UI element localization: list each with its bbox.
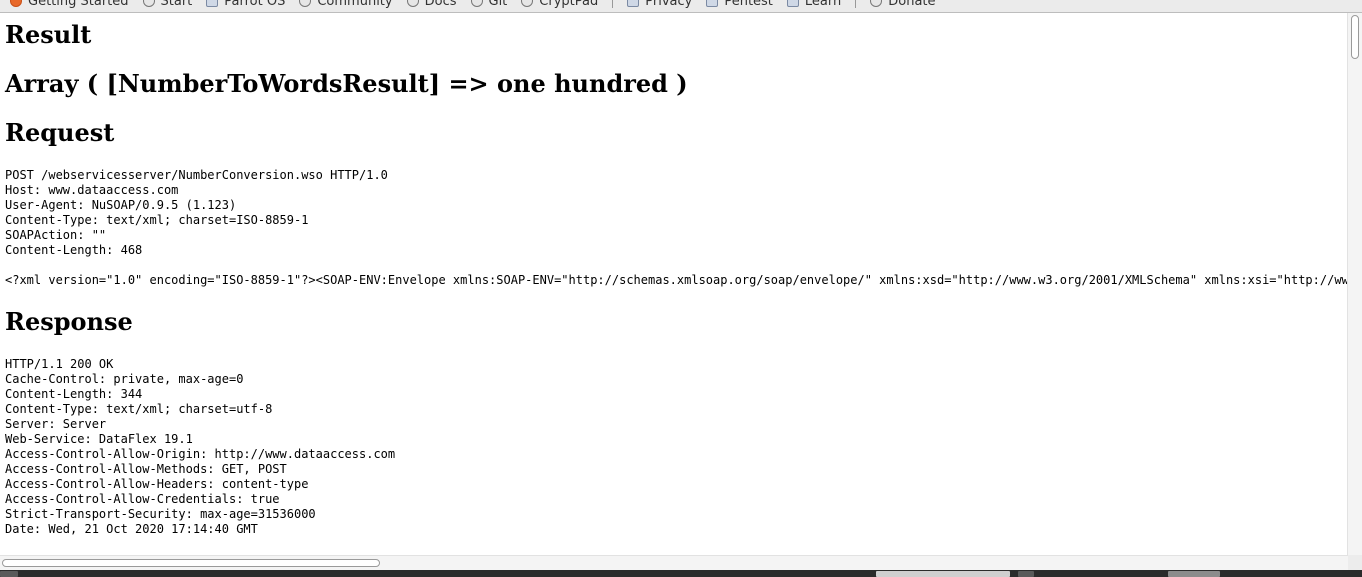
bookmark-item[interactable]: Community	[299, 0, 393, 9]
globe-icon	[142, 0, 155, 7]
taskbar-window-button[interactable]	[1018, 571, 1034, 577]
bookmark-label: Privacy	[645, 0, 693, 9]
taskbar-window-button[interactable]	[876, 571, 1010, 577]
bookmark-item[interactable]: Parrot OS	[206, 0, 285, 9]
bookmarks-row: Getting Started Start Parrot OS Community Do…	[10, 0, 950, 9]
request-heading: Request	[5, 118, 115, 147]
bookmark-item[interactable]: CryptPad	[521, 0, 598, 9]
bookmark-item[interactable]: Docs	[406, 0, 457, 9]
taskbar-start-button[interactable]	[0, 571, 18, 577]
bookmark-item[interactable]: Start	[142, 0, 193, 9]
bookmark-label: Getting Started	[28, 0, 129, 9]
folder-icon	[627, 0, 640, 7]
firefox-icon	[10, 0, 22, 7]
vertical-scroll-thumb[interactable]	[1351, 15, 1359, 59]
bookmark-label: Donate	[888, 0, 936, 9]
parrot-icon	[206, 0, 219, 7]
scrollbar-corner	[1348, 555, 1362, 570]
vertical-scrollbar[interactable]	[1347, 13, 1362, 555]
bookmark-label: CryptPad	[539, 0, 599, 9]
request-body: <?xml version="1.0" encoding="ISO-8859-1…	[5, 273, 1348, 287]
response-heading: Response	[5, 307, 133, 336]
request-headers: POST /webservicesserver/NumberConversion…	[5, 168, 388, 257]
result-heading: Result	[5, 20, 92, 49]
bookmark-item[interactable]: Getting Started	[10, 0, 129, 9]
bookmark-item[interactable]: Donate	[870, 0, 936, 9]
folder-icon	[706, 0, 719, 7]
response-headers: HTTP/1.1 200 OK Cache-Control: private, …	[5, 357, 396, 536]
bookmark-separator	[612, 0, 614, 8]
globe-icon	[406, 0, 419, 7]
globe-icon	[299, 0, 312, 7]
bookmark-label: Docs	[424, 0, 457, 9]
bookmark-label: Learn	[804, 0, 842, 9]
horizontal-scrollbar[interactable]	[0, 555, 1348, 571]
globe-icon	[470, 0, 483, 7]
page-content: Result Array ( [NumberToWordsResult] => …	[0, 13, 1348, 555]
bookmark-item[interactable]: Learn	[786, 0, 842, 9]
bookmarks-toolbar: Getting Started Start Parrot OS Community Do…	[0, 0, 1362, 13]
taskbar-tray[interactable]	[1168, 571, 1220, 577]
bookmark-separator	[855, 0, 857, 8]
bookmark-label: Community	[317, 0, 393, 9]
globe-icon	[521, 0, 534, 7]
bookmark-item[interactable]: Privacy	[627, 0, 692, 9]
horizontal-scroll-thumb[interactable]	[2, 559, 380, 567]
result-value: Array ( [NumberToWordsResult] => one hun…	[5, 69, 688, 98]
bookmark-label: Git	[488, 0, 508, 9]
taskbar	[0, 570, 1362, 577]
globe-icon	[870, 0, 883, 7]
bookmark-item[interactable]: Git	[470, 0, 508, 9]
bookmark-label: Pentest	[724, 0, 773, 9]
bookmark-label: Start	[160, 0, 193, 9]
bookmark-item[interactable]: Pentest	[706, 0, 773, 9]
folder-icon	[786, 0, 799, 7]
bookmark-label: Parrot OS	[224, 0, 286, 9]
